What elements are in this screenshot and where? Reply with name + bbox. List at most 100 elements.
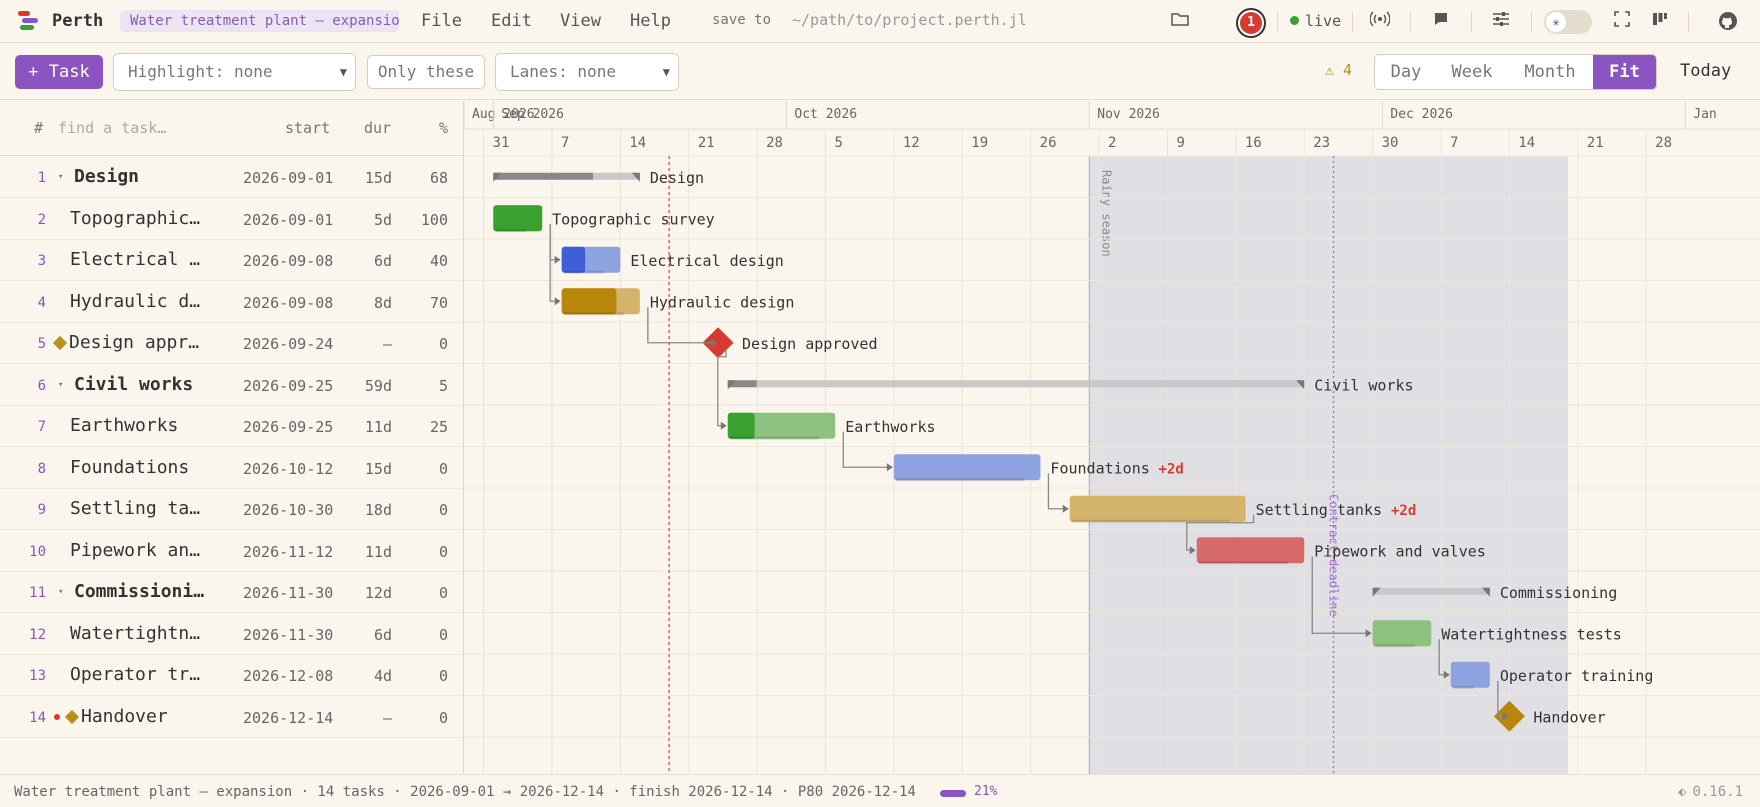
folder-icon[interactable] <box>1170 11 1190 31</box>
view-fit-button[interactable]: Fit <box>1593 55 1656 89</box>
task-percent[interactable]: 0 <box>400 667 448 685</box>
task-start[interactable]: 2026-11-30 <box>243 626 333 644</box>
sliders-icon[interactable] <box>1491 11 1511 31</box>
task-row[interactable]: 5 Design approved 2026-09-24 — 0 <box>0 323 463 364</box>
live-status[interactable]: live <box>1290 12 1341 30</box>
summary-bar[interactable] <box>1372 587 1490 595</box>
collapse-caret-icon[interactable]: ▾ <box>58 172 63 182</box>
task-percent[interactable]: 0 <box>400 501 448 519</box>
task-start[interactable]: 2026-10-12 <box>243 460 333 478</box>
task-start[interactable]: 2026-09-01 <box>243 169 333 187</box>
task-bar[interactable] <box>1069 495 1246 522</box>
task-duration[interactable]: — <box>340 709 392 727</box>
today-button[interactable]: Today <box>1680 61 1731 81</box>
project-title[interactable]: Water treatment plant — expansion <box>120 10 399 32</box>
task-row[interactable]: 7 Earthworks 2026-09-25 11d 25 <box>0 406 463 447</box>
task-duration[interactable]: 11d <box>340 543 392 561</box>
view-day-button[interactable]: Day <box>1375 55 1437 89</box>
task-bar[interactable] <box>893 454 1041 481</box>
view-week-button[interactable]: Week <box>1437 55 1507 89</box>
save-path-input[interactable]: ~/path/to/project.perth.jl <box>792 11 1042 29</box>
task-start[interactable]: 2026-11-30 <box>243 584 333 602</box>
task-search-input[interactable]: find a task… <box>58 119 166 137</box>
task-name[interactable]: Commissioning <box>74 581 214 602</box>
collapse-caret-icon[interactable]: ▾ <box>58 380 63 390</box>
task-row[interactable]: 2 Topographic survey 2026-09-01 5d 100 <box>0 199 463 240</box>
task-percent[interactable]: 5 <box>400 377 448 395</box>
task-bar[interactable] <box>1196 537 1305 564</box>
task-name[interactable]: Watertightness tests <box>70 623 210 644</box>
task-duration[interactable]: 12d <box>340 584 392 602</box>
task-duration[interactable]: 15d <box>340 169 392 187</box>
task-name[interactable]: Foundations <box>70 457 210 478</box>
task-row[interactable]: 10 Pipework and valves 2026-11-12 11d 0 <box>0 531 463 572</box>
task-start[interactable]: 2026-09-25 <box>243 418 333 436</box>
task-duration[interactable]: 8d <box>340 294 392 312</box>
menu-view[interactable]: View <box>560 11 601 31</box>
task-percent[interactable]: 70 <box>400 294 448 312</box>
task-duration[interactable]: 15d <box>340 460 392 478</box>
highlight-select[interactable]: Highlight: none ▼ <box>113 53 356 91</box>
view-month-button[interactable]: Month <box>1507 55 1593 89</box>
task-duration[interactable]: 4d <box>340 667 392 685</box>
task-start[interactable]: 2026-09-01 <box>243 211 333 229</box>
task-duration[interactable]: 18d <box>340 501 392 519</box>
task-bar[interactable] <box>1450 661 1490 688</box>
task-row[interactable]: 1 ▾ Design 2026-09-01 15d 68 <box>0 157 463 198</box>
notification-badge[interactable]: 1 <box>1236 8 1266 38</box>
comment-icon[interactable] <box>1431 11 1451 31</box>
task-name[interactable]: Topographic survey <box>70 208 210 229</box>
fullscreen-icon[interactable] <box>1612 11 1632 31</box>
task-name[interactable]: Pipework and valves <box>70 540 210 561</box>
warnings-indicator[interactable]: ⚠ 4 <box>1325 61 1352 79</box>
task-percent[interactable]: 0 <box>400 626 448 644</box>
task-name[interactable]: Handover <box>81 706 221 727</box>
task-duration[interactable]: 6d <box>340 626 392 644</box>
task-start[interactable]: 2026-10-30 <box>243 501 333 519</box>
board-icon[interactable] <box>1650 11 1670 31</box>
task-percent[interactable]: 0 <box>400 335 448 353</box>
task-start[interactable]: 2026-09-25 <box>243 377 333 395</box>
summary-bar[interactable] <box>727 380 1305 388</box>
task-start[interactable]: 2026-12-08 <box>243 667 333 685</box>
menu-file[interactable]: File <box>421 11 462 31</box>
menu-help[interactable]: Help <box>630 11 671 31</box>
task-duration[interactable]: — <box>340 335 392 353</box>
task-percent[interactable]: 0 <box>400 709 448 727</box>
lanes-select[interactable]: Lanes: none ▼ <box>495 53 679 91</box>
task-percent[interactable]: 100 <box>400 211 448 229</box>
col-pct-header[interactable]: % <box>439 119 448 137</box>
theme-toggle[interactable]: ✳ <box>1544 10 1592 34</box>
task-row[interactable]: 12 Watertightness tests 2026-11-30 6d 0 <box>0 614 463 655</box>
task-name[interactable]: Design approved <box>69 332 209 353</box>
task-row[interactable]: 13 Operator training 2026-12-08 4d 0 <box>0 655 463 696</box>
add-task-button[interactable]: + Task <box>15 55 103 89</box>
task-start[interactable]: 2026-12-14 <box>243 709 333 727</box>
task-name[interactable]: Operator training <box>70 664 210 685</box>
task-bar[interactable] <box>1372 620 1432 647</box>
task-duration[interactable]: 59d <box>340 377 392 395</box>
col-start-header[interactable]: start <box>285 119 330 137</box>
task-percent[interactable]: 0 <box>400 584 448 602</box>
task-row[interactable]: 4 Hydraulic design 2026-09-08 8d 70 <box>0 282 463 323</box>
task-name[interactable]: Design <box>74 166 214 187</box>
task-name[interactable]: Settling tanks <box>70 498 210 519</box>
task-percent[interactable]: 0 <box>400 460 448 478</box>
task-row[interactable]: 8 Foundations 2026-10-12 15d 0 <box>0 448 463 489</box>
collapse-caret-icon[interactable]: ▾ <box>58 587 63 597</box>
task-duration[interactable]: 5d <box>340 211 392 229</box>
only-these-button[interactable]: Only these <box>367 55 485 89</box>
task-percent[interactable]: 0 <box>400 543 448 561</box>
task-row[interactable]: 3 Electrical design 2026-09-08 6d 40 <box>0 240 463 281</box>
menu-edit[interactable]: Edit <box>491 11 532 31</box>
task-name[interactable]: Earthworks <box>70 415 210 436</box>
task-duration[interactable]: 6d <box>340 252 392 270</box>
task-percent[interactable]: 40 <box>400 252 448 270</box>
task-name[interactable]: Electrical design <box>70 249 210 270</box>
task-row[interactable]: 9 Settling tanks 2026-10-30 18d 0 <box>0 489 463 530</box>
col-dur-header[interactable]: dur <box>364 119 391 137</box>
task-percent[interactable]: 68 <box>400 169 448 187</box>
task-row[interactable]: 6 ▾ Civil works 2026-09-25 59d 5 <box>0 365 463 406</box>
task-name[interactable]: Civil works <box>74 374 214 395</box>
task-row[interactable]: 14 Handover 2026-12-14 — 0 <box>0 697 463 738</box>
